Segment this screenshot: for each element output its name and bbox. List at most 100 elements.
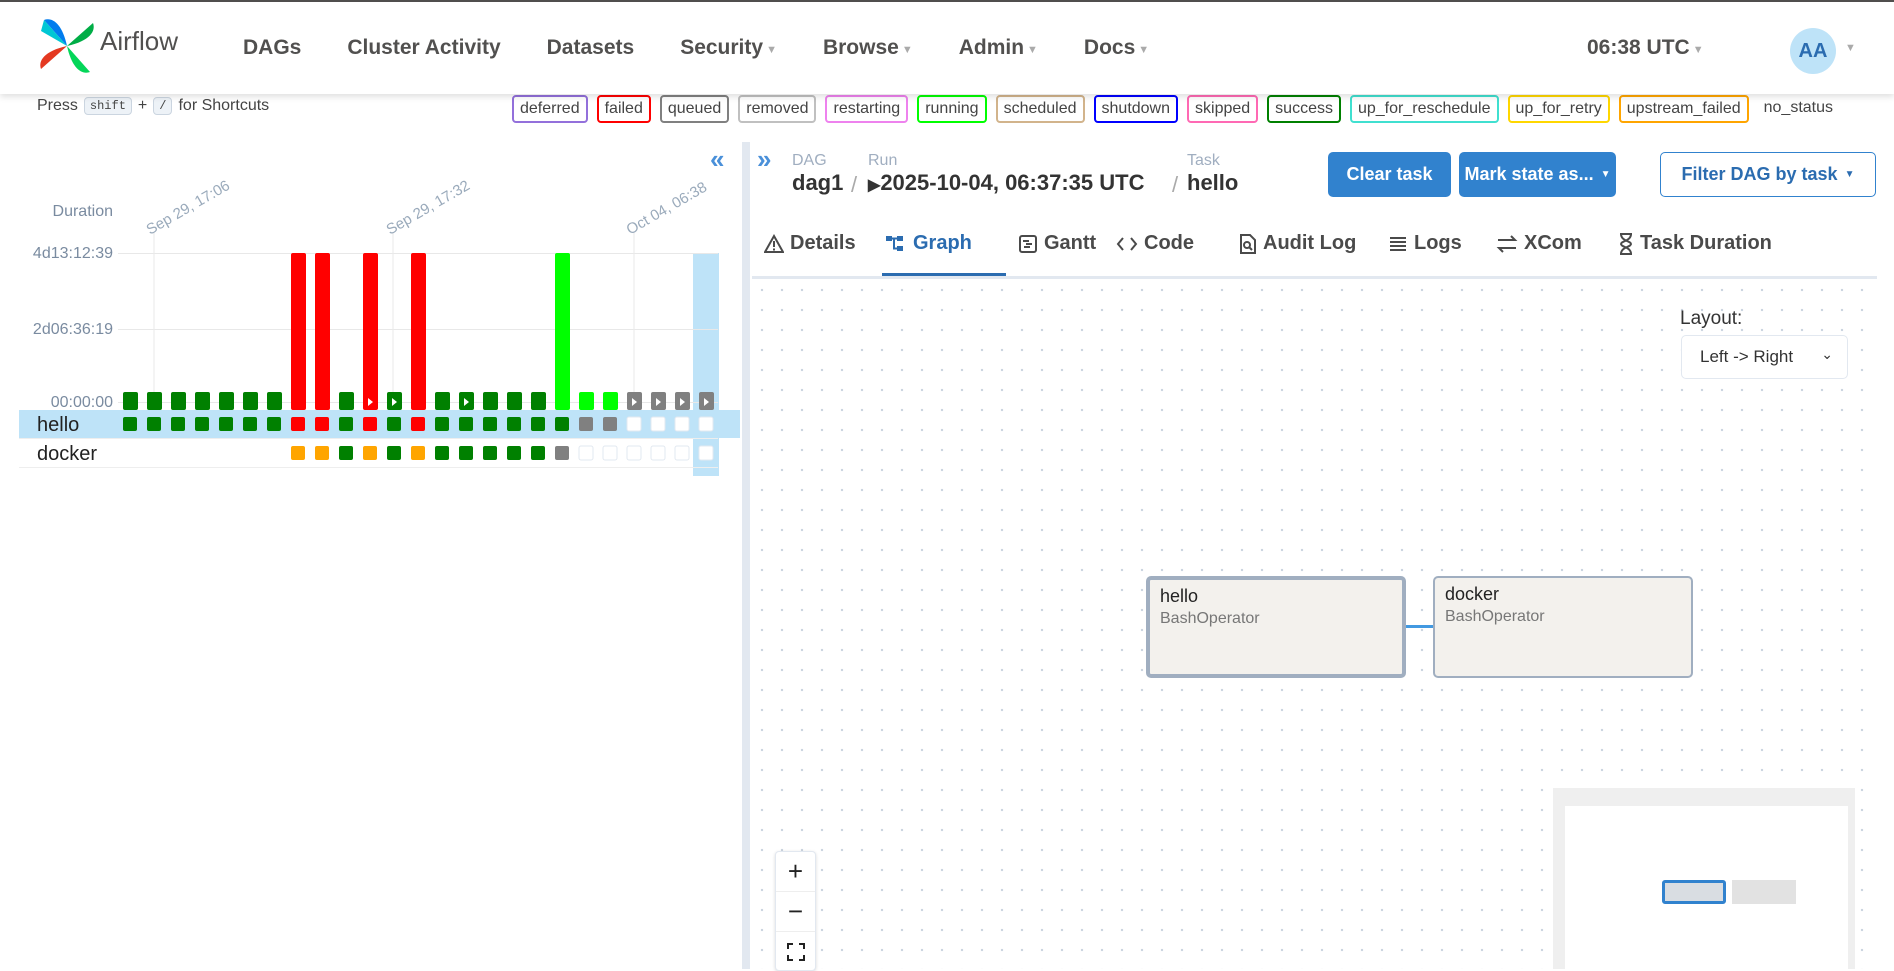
nav-datasets[interactable]: Datasets: [547, 36, 635, 60]
nav-admin[interactable]: Admin ▼: [959, 36, 1038, 60]
avatar[interactable]: AA: [1790, 28, 1836, 74]
chevron-down-icon[interactable]: ▼: [1845, 42, 1856, 54]
task-row-label: hello: [37, 414, 79, 436]
chevron-down-icon: ▼: [766, 44, 777, 56]
fit-view-icon: [786, 942, 805, 961]
nav-cluster-activity[interactable]: Cluster Activity: [347, 36, 500, 60]
tab-details[interactable]: Details: [764, 232, 856, 255]
filter-dag-button[interactable]: Filter DAG by task ▼: [1660, 152, 1876, 197]
task-instance-square: [363, 417, 377, 431]
legend-upstream-failed[interactable]: upstream_failed: [1618, 95, 1749, 123]
expand-details-icon[interactable]: »: [757, 144, 771, 175]
legend-shutdown[interactable]: shutdown: [1093, 95, 1179, 123]
breadcrumb-dag-value: dag1: [792, 170, 844, 195]
minimap-node-docker: [1732, 880, 1796, 904]
run-duration-bar: [195, 392, 210, 410]
layout-select[interactable]: Left -> Right ⌄: [1681, 335, 1848, 379]
task-instance-square: [650, 445, 666, 461]
task-instance-square: [435, 417, 449, 431]
legend-queued[interactable]: queued: [659, 95, 730, 123]
clock[interactable]: 06:38 UTC ▼: [1587, 36, 1704, 60]
task-instance-square: [698, 416, 714, 432]
logs-icon: [1388, 234, 1408, 254]
zoom-in-button[interactable]: +: [776, 852, 815, 892]
legend-success[interactable]: success: [1267, 95, 1341, 123]
legend-running[interactable]: running: [917, 95, 987, 123]
run-duration-bar: [579, 392, 594, 410]
run-duration-bar: [339, 392, 354, 410]
minimap-node-hello: [1662, 880, 1726, 904]
task-instance-square: [483, 446, 497, 460]
breadcrumb-separator: /: [1172, 172, 1179, 197]
breadcrumb-run[interactable]: Run ▶2025-10-04, 06:37:35 UTC: [868, 152, 1144, 196]
zoom-out-button[interactable]: −: [776, 892, 815, 932]
nav-security[interactable]: Security ▼: [680, 36, 777, 60]
task-instance-square: [507, 417, 521, 431]
panel-divider[interactable]: [742, 142, 750, 969]
nav-label: Docs: [1083, 36, 1136, 59]
tab-logs[interactable]: Logs: [1388, 232, 1462, 255]
run-duration-bar: [411, 253, 426, 410]
collapse-grid-icon[interactable]: «: [710, 144, 724, 175]
task-row-label: docker: [37, 443, 97, 465]
graph-node-docker[interactable]: docker BashOperator: [1433, 576, 1693, 678]
task-instance-square: [602, 445, 618, 461]
caret-down-icon: ▼: [1844, 169, 1855, 180]
breadcrumb-dag[interactable]: DAG dag1: [792, 152, 843, 196]
run-duration-bar: [507, 392, 522, 410]
tab-label: Audit Log: [1263, 232, 1357, 254]
tab-audit-log[interactable]: Audit Log: [1239, 232, 1356, 255]
task-instance-square: [123, 417, 137, 431]
task-instance-square: [171, 417, 185, 431]
tab-xcom[interactable]: XCom: [1496, 232, 1582, 255]
task-instance-square: [555, 446, 569, 460]
task-instance-square: [387, 446, 401, 460]
nav-browse[interactable]: Browse ▼: [823, 36, 913, 60]
legend-no-status[interactable]: no_status: [1758, 95, 1839, 123]
breadcrumb-run-text: 2025-10-04, 06:37:35 UTC: [880, 170, 1145, 195]
task-instance-square: [459, 446, 473, 460]
legend-up-for-reschedule[interactable]: up_for_reschedule: [1349, 95, 1499, 123]
graph-node-hello[interactable]: hello BashOperator: [1146, 576, 1406, 678]
legend-skipped[interactable]: skipped: [1187, 95, 1259, 123]
legend-restarting[interactable]: restarting: [825, 95, 909, 123]
legend-failed[interactable]: failed: [596, 95, 651, 123]
task-instance-square: [674, 416, 690, 432]
task-instance-square: [626, 445, 642, 461]
tab-gantt[interactable]: Gantt: [1018, 232, 1096, 255]
shortcuts-suffix: for Shortcuts: [178, 97, 270, 114]
legend-scheduled[interactable]: scheduled: [995, 95, 1085, 123]
pinwheel-icon: [40, 19, 94, 73]
breadcrumb-task[interactable]: Task hello: [1187, 152, 1238, 196]
airflow-logo[interactable]: Airflow: [38, 17, 178, 75]
nav-docs[interactable]: Docs ▼: [1084, 36, 1149, 60]
run-duration-bar: [315, 253, 330, 410]
fit-view-button[interactable]: [776, 932, 815, 971]
legend-up-for-retry[interactable]: up_for_retry: [1507, 95, 1610, 123]
nav-dags[interactable]: DAGs: [243, 36, 301, 60]
legend-removed[interactable]: removed: [738, 95, 817, 123]
app-name: Airflow: [100, 25, 179, 56]
run-duration-bar: [147, 392, 162, 410]
tab-graph[interactable]: Graph: [885, 232, 972, 255]
tab-label: Gantt: [1044, 232, 1097, 254]
slash-key: /: [153, 97, 173, 115]
clear-task-button[interactable]: Clear task: [1328, 152, 1451, 197]
tab-label: Details: [790, 232, 856, 254]
legend-deferred[interactable]: deferred: [512, 95, 588, 123]
navbar: Airflow DAGs Cluster Activity Datasets Secu…: [0, 2, 1894, 94]
tab-task-duration[interactable]: Task Duration: [1618, 232, 1772, 255]
caret-down-icon: ▼: [1600, 169, 1611, 180]
task-instance-square: [291, 417, 305, 431]
minimap[interactable]: [1565, 806, 1848, 969]
task-instance-square: [195, 417, 209, 431]
task-instance-square: [315, 417, 329, 431]
mark-state-button[interactable]: Mark state as... ▼: [1459, 152, 1616, 197]
task-instance-square: [555, 417, 569, 431]
task-instance-square: [507, 446, 521, 460]
nav-label: Admin: [958, 36, 1025, 59]
task-instance-square: [459, 417, 473, 431]
run-duration-bar: [483, 392, 498, 410]
breadcrumb-task-label: Task: [1187, 152, 1220, 169]
tab-code[interactable]: Code: [1116, 232, 1194, 255]
